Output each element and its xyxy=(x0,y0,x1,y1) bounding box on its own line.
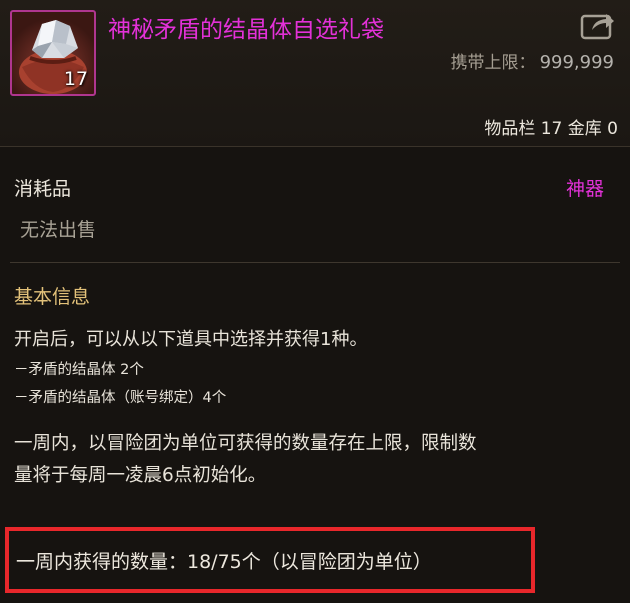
carry-limit: 携带上限： 999,999 xyxy=(451,48,614,73)
item-rarity: 神器 xyxy=(565,178,604,200)
trade-status: 无法出售 xyxy=(20,219,97,241)
limit-description: 一周内，以冒险团为单位可获得的数量存在上限，限制数 量将于每周一凌晨6点初始化。 xyxy=(14,428,614,492)
limit-description-line: 量将于每周一凌晨6点初始化。 xyxy=(14,465,267,486)
item-tooltip: 17 神秘矛盾的结晶体自选礼袋 携带上限： 999,999 物品栏 17 金库 0… xyxy=(0,0,630,603)
share-icon[interactable] xyxy=(580,10,616,40)
section-divider xyxy=(10,262,620,263)
storage-count: 物品栏 17 金库 0 xyxy=(484,119,618,139)
item-name: 神秘矛盾的结晶体自选礼袋 xyxy=(108,17,384,43)
carry-limit-value: 999,999 xyxy=(539,52,614,73)
weekly-obtain-count: 一周内获得的数量：18/75个（以冒险团为单位） xyxy=(16,551,432,573)
item-type: 消耗品 xyxy=(14,178,72,200)
reward-option: －矛盾的结晶体（账号绑定）4个 xyxy=(14,390,227,406)
tooltip-header: 17 神秘矛盾的结晶体自选礼袋 携带上限： 999,999 物品栏 17 金库 0 xyxy=(0,0,630,147)
section-title-basic-info: 基本信息 xyxy=(14,286,91,308)
crystal-bag-icon: 17 xyxy=(10,10,96,96)
stack-count: 17 xyxy=(63,68,88,90)
limit-description-line: 一周内，以冒险团为单位可获得的数量存在上限，限制数 xyxy=(14,433,477,454)
item-description: 开启后，可以从以下道具中选择并获得1种。 xyxy=(14,329,368,350)
carry-limit-label: 携带上限： xyxy=(450,53,536,73)
reward-option: －矛盾的结晶体 2个 xyxy=(14,362,144,378)
